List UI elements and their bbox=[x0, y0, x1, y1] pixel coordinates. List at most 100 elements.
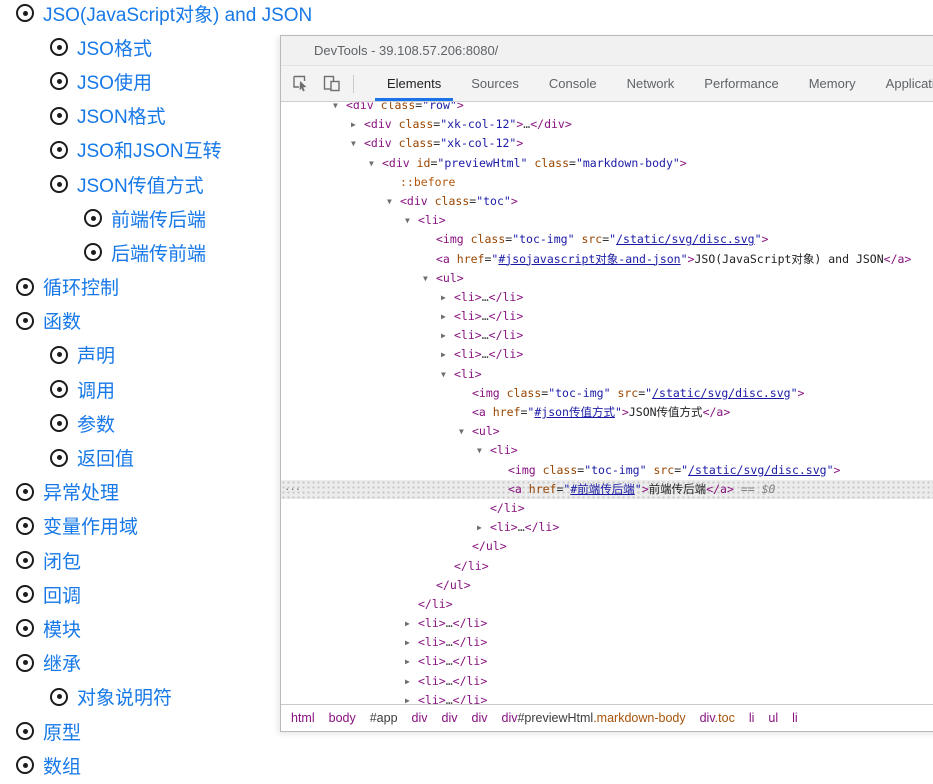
expand-arrow-open-icon[interactable]: ▼ bbox=[351, 134, 364, 153]
toc-link[interactable]: 变量作用域 bbox=[43, 512, 138, 539]
tab-application[interactable]: Application bbox=[871, 66, 933, 101]
row-overflow-menu-icon[interactable]: ··· bbox=[285, 479, 301, 498]
toc-link[interactable]: 调用 bbox=[77, 376, 115, 403]
toc-link[interactable]: 继承 bbox=[43, 649, 81, 676]
toc-link[interactable]: 函数 bbox=[43, 307, 81, 334]
expand-arrow-open-icon[interactable]: ▼ bbox=[369, 154, 382, 173]
toc-item[interactable]: 数组 bbox=[0, 748, 933, 782]
expand-arrow-closed-icon[interactable]: ▶ bbox=[477, 518, 490, 537]
toc-link[interactable]: 数组 bbox=[43, 752, 81, 779]
expand-arrow-closed-icon[interactable]: ▶ bbox=[405, 652, 418, 671]
breadcrumb-item[interactable]: div bbox=[442, 711, 458, 725]
toc-link[interactable]: JSO使用 bbox=[77, 68, 152, 95]
toc-link[interactable]: 参数 bbox=[77, 410, 115, 437]
tree-row[interactable]: ▼<ul> bbox=[281, 269, 933, 288]
tree-row[interactable]: </li> bbox=[281, 557, 933, 576]
toc-link[interactable]: 闭包 bbox=[43, 547, 81, 574]
expand-arrow-open-icon[interactable]: ▼ bbox=[423, 269, 436, 288]
tree-row[interactable]: ▼<div class="toc"> bbox=[281, 192, 933, 211]
toc-link[interactable]: JSO格式 bbox=[77, 34, 152, 61]
toc-link[interactable]: JSO(JavaScript对象) and JSON bbox=[43, 0, 312, 27]
toc-link[interactable]: 异常处理 bbox=[43, 478, 119, 505]
tab-console[interactable]: Console bbox=[534, 66, 612, 101]
expand-arrow-closed-icon[interactable]: ▶ bbox=[441, 326, 454, 345]
breadcrumb-item[interactable]: div.toc bbox=[700, 711, 735, 725]
toc-link[interactable]: 声明 bbox=[77, 341, 115, 368]
toc-link[interactable]: JSON传值方式 bbox=[77, 171, 204, 198]
toc-link[interactable]: 循环控制 bbox=[43, 273, 119, 300]
tab-performance[interactable]: Performance bbox=[689, 66, 793, 101]
toc-link[interactable]: 回调 bbox=[43, 581, 81, 608]
tree-row[interactable]: ▼<li> bbox=[281, 441, 933, 460]
expand-arrow-open-icon[interactable]: ▼ bbox=[405, 211, 418, 230]
tree-row[interactable]: ▶<li>…</li> bbox=[281, 307, 933, 326]
breadcrumb-item[interactable]: div bbox=[472, 711, 488, 725]
expand-arrow-closed-icon[interactable]: ▶ bbox=[405, 633, 418, 652]
tree-row[interactable]: ▼<ul> bbox=[281, 422, 933, 441]
toc-link[interactable]: 原型 bbox=[43, 718, 81, 745]
toggle-device-toolbar-icon[interactable] bbox=[319, 71, 345, 97]
breadcrumb-item[interactable]: div bbox=[412, 711, 428, 725]
tree-row[interactable]: ▼<li> bbox=[281, 211, 933, 230]
tree-row[interactable]: ::before bbox=[281, 173, 933, 192]
tree-row[interactable]: ▶<li>…</li> bbox=[281, 652, 933, 671]
tree-row[interactable]: </li> bbox=[281, 595, 933, 614]
toc-link[interactable]: JSO和JSON互转 bbox=[77, 136, 222, 163]
expand-arrow-closed-icon[interactable]: ▶ bbox=[441, 288, 454, 307]
tree-row[interactable]: </ul> bbox=[281, 537, 933, 556]
tree-row[interactable]: ▶<li>…</li> bbox=[281, 614, 933, 633]
tree-row-selected[interactable]: <a href="#前端传后端">前端传后端</a> == $0··· bbox=[281, 480, 933, 499]
tree-row[interactable]: ▶<div class="xk-col-12">…</div> bbox=[281, 115, 933, 134]
tree-row[interactable]: ▶<li>…</li> bbox=[281, 518, 933, 537]
breadcrumb-item[interactable]: ul bbox=[768, 711, 778, 725]
tree-row[interactable]: <img class="toc-img" src="/static/svg/di… bbox=[281, 230, 933, 249]
expand-arrow-closed-icon[interactable]: ▶ bbox=[405, 672, 418, 691]
tree-row[interactable]: ▼<div class="row"> bbox=[281, 102, 933, 115]
tree-row[interactable]: ▶<li>…</li> bbox=[281, 691, 933, 704]
breadcrumb-item[interactable]: li bbox=[749, 711, 755, 725]
inspect-element-icon[interactable] bbox=[287, 71, 313, 97]
breadcrumb-item[interactable]: body bbox=[329, 711, 356, 725]
tree-row[interactable]: ▼<div id="previewHtml" class="markdown-b… bbox=[281, 154, 933, 173]
expand-arrow-open-icon[interactable]: ▼ bbox=[387, 192, 400, 211]
tree-row[interactable]: ▶<li>…</li> bbox=[281, 633, 933, 652]
toc-link[interactable]: JSON格式 bbox=[77, 102, 166, 129]
tree-row[interactable]: <img class="toc-img" src="/static/svg/di… bbox=[281, 461, 933, 480]
tab-memory[interactable]: Memory bbox=[794, 66, 871, 101]
expand-arrow-closed-icon[interactable]: ▶ bbox=[405, 691, 418, 704]
expand-arrow-open-icon[interactable]: ▼ bbox=[441, 365, 454, 384]
tree-row[interactable]: <img class="toc-img" src="/static/svg/di… bbox=[281, 384, 933, 403]
tree-row[interactable]: <a href="#json传值方式">JSON传值方式</a> bbox=[281, 403, 933, 422]
tree-row[interactable]: ▶<li>…</li> bbox=[281, 288, 933, 307]
tab-elements[interactable]: Elements bbox=[372, 66, 456, 101]
toc-link[interactable]: 对象说明符 bbox=[77, 683, 172, 710]
breadcrumb-part: div bbox=[472, 711, 488, 725]
tree-row[interactable]: </li> bbox=[281, 499, 933, 518]
tab-sources[interactable]: Sources bbox=[456, 66, 534, 101]
expand-arrow-closed-icon[interactable]: ▶ bbox=[351, 115, 364, 134]
toc-link[interactable]: 后端传前端 bbox=[111, 239, 206, 266]
breadcrumb-item[interactable]: #app bbox=[370, 711, 398, 725]
tree-row[interactable]: </ul> bbox=[281, 576, 933, 595]
breadcrumb-item[interactable]: li bbox=[792, 711, 798, 725]
toc-item[interactable]: JSO(JavaScript对象) and JSON bbox=[0, 0, 933, 30]
code-token: … bbox=[446, 616, 453, 630]
expand-arrow-open-icon[interactable]: ▼ bbox=[333, 102, 346, 115]
tree-row[interactable]: <a href="#jsojavascript对象-and-json">JSO(… bbox=[281, 250, 933, 269]
toc-link[interactable]: 模块 bbox=[43, 615, 81, 642]
breadcrumb-item[interactable]: html bbox=[291, 711, 315, 725]
breadcrumb-item[interactable]: div#previewHtml.markdown-body bbox=[502, 711, 686, 725]
expand-arrow-closed-icon[interactable]: ▶ bbox=[441, 307, 454, 326]
toc-link[interactable]: 前端传后端 bbox=[111, 205, 206, 232]
tree-row[interactable]: ▶<li>…</li> bbox=[281, 672, 933, 691]
expand-arrow-open-icon[interactable]: ▼ bbox=[477, 441, 490, 460]
tree-row[interactable]: ▶<li>…</li> bbox=[281, 326, 933, 345]
expand-arrow-open-icon[interactable]: ▼ bbox=[459, 422, 472, 441]
expand-arrow-closed-icon[interactable]: ▶ bbox=[441, 345, 454, 364]
tree-row[interactable]: ▼<div class="xk-col-12"> bbox=[281, 134, 933, 153]
tree-row[interactable]: ▼<li> bbox=[281, 365, 933, 384]
expand-arrow-closed-icon[interactable]: ▶ bbox=[405, 614, 418, 633]
tree-row[interactable]: ▶<li>…</li> bbox=[281, 345, 933, 364]
tab-network[interactable]: Network bbox=[612, 66, 690, 101]
toc-link[interactable]: 返回值 bbox=[77, 444, 134, 471]
